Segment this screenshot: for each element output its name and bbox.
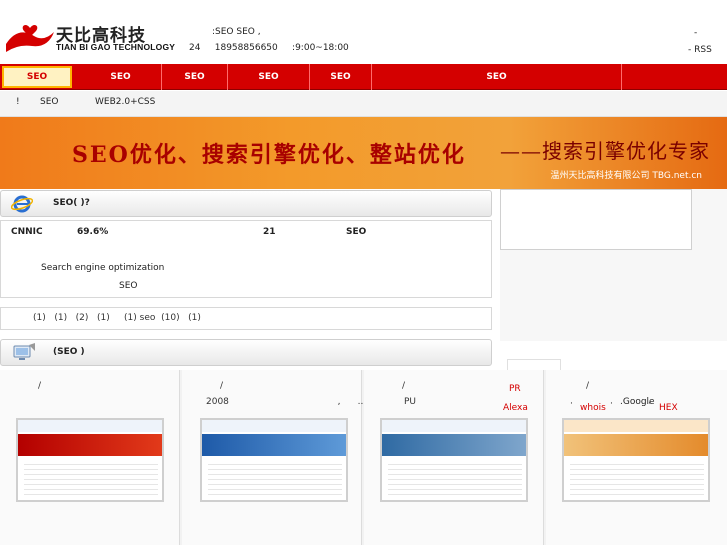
case-thumbnail[interactable]	[16, 418, 164, 502]
header-service-info: :SEO SEO ,	[212, 27, 261, 37]
header-top-link[interactable]: -	[694, 28, 697, 38]
announcement-mark: !	[16, 97, 20, 107]
announcement-link-web20[interactable]: WEB2.0+CSS	[95, 97, 155, 107]
pr-query-link[interactable]: PR	[509, 384, 521, 394]
case-title: /	[402, 381, 406, 391]
case-description: 2008 , ...	[206, 397, 367, 407]
keyword-links[interactable]: (1) (1) (2) (1) (1) seo (10) (1)	[33, 313, 201, 323]
nav-item-6[interactable]: SEO	[372, 64, 622, 90]
right-login-box	[500, 189, 692, 250]
computer-icon	[13, 343, 35, 360]
logo-english-name: TIAN BI GAO TECHNOLOGY	[56, 42, 176, 52]
cnnic-percent: 69.6%	[77, 227, 109, 237]
case-title: /	[38, 381, 42, 391]
logo[interactable]: 天比高科技 TIAN BI GAO TECHNOLOGY	[4, 18, 176, 58]
century-number: 21	[263, 227, 276, 237]
case-thumbnail[interactable]	[380, 418, 528, 502]
keyword-links-row: (1) (1) (2) (1) (1) seo (10) (1)	[0, 307, 492, 330]
nav-item-4[interactable]: SEO	[228, 64, 310, 90]
logo-mark-icon	[6, 24, 54, 52]
case-item[interactable]: / 2008 , ...	[182, 370, 366, 545]
cases-header: (SEO )	[0, 339, 492, 366]
nav-item-home[interactable]: SEO	[2, 66, 72, 88]
cases-title: (SEO )	[53, 347, 85, 357]
tool-separator: ·	[570, 399, 573, 409]
case-item[interactable]: /	[0, 370, 180, 545]
banner: SEO优化、搜索引擎优化、整站优化 ——搜索引擎优化专家 温州天比高科技有限公司…	[0, 117, 727, 189]
whois-query-link[interactable]: whois	[580, 403, 606, 413]
announcement-bar: ! SEO WEB2.0+CSS	[0, 91, 727, 117]
banner-company: 温州天比高科技有限公司 TBG.net.cn	[550, 171, 703, 181]
case-item[interactable]: / PU	[364, 370, 544, 545]
tool-separator: ·	[610, 399, 613, 409]
intro-english-term: Search engine optimization	[41, 263, 165, 273]
intro-seo-term-2: SEO	[119, 281, 138, 291]
seo-intro-header: SEO( )?	[0, 190, 492, 217]
ie-browser-icon	[11, 195, 33, 213]
seo-intro-body: CNNIC 69.6% 21 SEO Search engine optimiz…	[0, 220, 492, 298]
nav-item-3[interactable]: SEO	[162, 64, 228, 90]
hex-tool-link[interactable]: HEX	[659, 403, 678, 413]
tool-separator: ·	[648, 399, 651, 409]
case-title: /	[220, 381, 224, 391]
banner-headline: SEO优化、搜索引擎优化、整站优化	[72, 142, 466, 168]
header: 天比高科技 TIAN BI GAO TECHNOLOGY :SEO SEO , …	[0, 0, 727, 64]
main-nav: SEO SEO SEO SEO SEO SEO	[0, 64, 727, 90]
alexa-query-link[interactable]: Alexa	[503, 403, 528, 413]
announcement-link-seo[interactable]: SEO	[40, 97, 58, 107]
right-divider	[500, 341, 727, 361]
cnnic-label: CNNIC	[11, 227, 43, 237]
case-description: PU	[404, 397, 417, 407]
nav-item-5[interactable]: SEO	[310, 64, 372, 90]
case-title: /	[586, 381, 590, 391]
intro-seo-term: SEO	[346, 227, 367, 237]
rss-link[interactable]: - RSS	[688, 45, 712, 55]
nav-item-2[interactable]: SEO	[80, 64, 162, 90]
seo-intro-title: SEO( )?	[53, 198, 90, 208]
case-showcase: / / 2008 , ... / PU / PR Alexa · whois ·…	[0, 370, 727, 545]
header-phone-hours: 24 18958856650 :9:00~18:00	[189, 43, 349, 53]
case-thumbnail[interactable]	[200, 418, 348, 502]
case-thumbnail[interactable]	[562, 418, 710, 502]
banner-signature: ——搜索引擎优化专家	[500, 139, 710, 163]
